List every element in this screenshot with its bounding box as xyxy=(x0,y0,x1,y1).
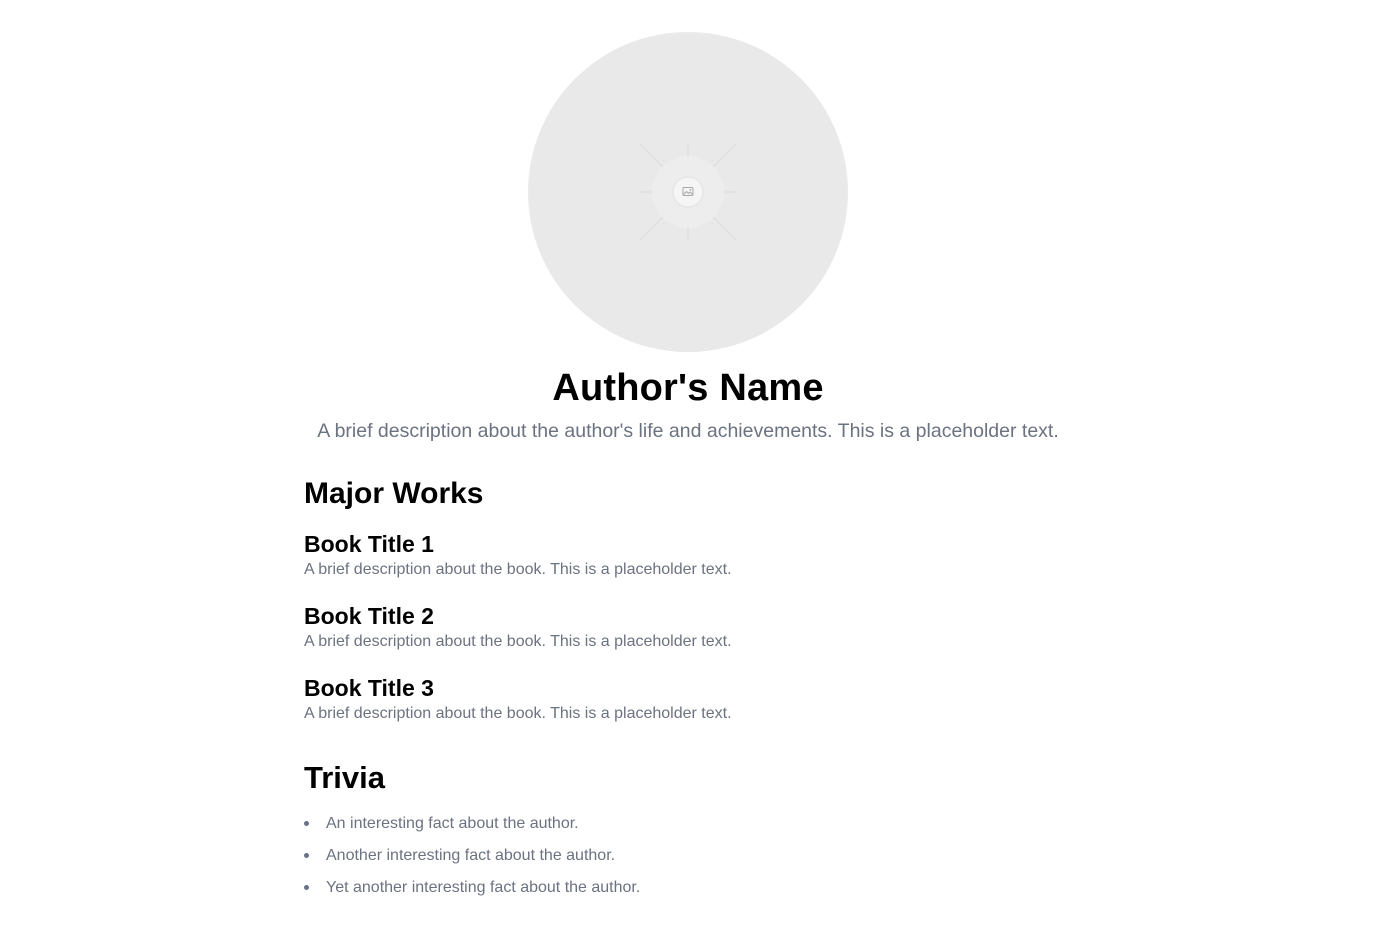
trivia-section: Trivia An interesting fact about the aut… xyxy=(304,760,1104,896)
major-works-heading: Major Works xyxy=(304,477,484,510)
trivia-list: An interesting fact about the author. An… xyxy=(304,814,1104,910)
trivia-text: Another interesting fact about the autho… xyxy=(326,847,616,864)
book-description: A brief description about the book. This… xyxy=(304,633,732,650)
bullet-icon xyxy=(304,853,309,858)
trivia-item: An interesting fact about the author. xyxy=(304,814,1104,846)
book-item: Book Title 2 A brief description about t… xyxy=(304,602,1104,652)
book-description: A brief description about the book. This… xyxy=(304,705,732,722)
book-title: Book Title 1 xyxy=(304,531,434,557)
bullet-icon xyxy=(304,821,309,826)
author-photo-placeholder xyxy=(528,32,848,352)
book-description: A brief description about the book. This… xyxy=(304,561,732,578)
book-title: Book Title 2 xyxy=(304,603,434,629)
book-item: Book Title 1 A brief description about t… xyxy=(304,530,1104,580)
author-name: Author's Name xyxy=(552,367,824,409)
book-title: Book Title 3 xyxy=(304,675,434,701)
trivia-item: Yet another interesting fact about the a… xyxy=(304,878,1104,910)
bullet-icon xyxy=(304,885,309,890)
trivia-text: An interesting fact about the author. xyxy=(326,815,579,832)
book-item: Book Title 3 A brief description about t… xyxy=(304,674,1104,724)
trivia-item: Another interesting fact about the autho… xyxy=(304,846,1104,878)
trivia-text: Yet another interesting fact about the a… xyxy=(326,879,641,896)
trivia-heading: Trivia xyxy=(304,760,385,795)
image-placeholder-icon xyxy=(639,143,737,241)
author-description: A brief description about the author's l… xyxy=(317,420,1059,442)
major-works-section: Major Works Book Title 1 A brief descrip… xyxy=(304,476,1104,722)
